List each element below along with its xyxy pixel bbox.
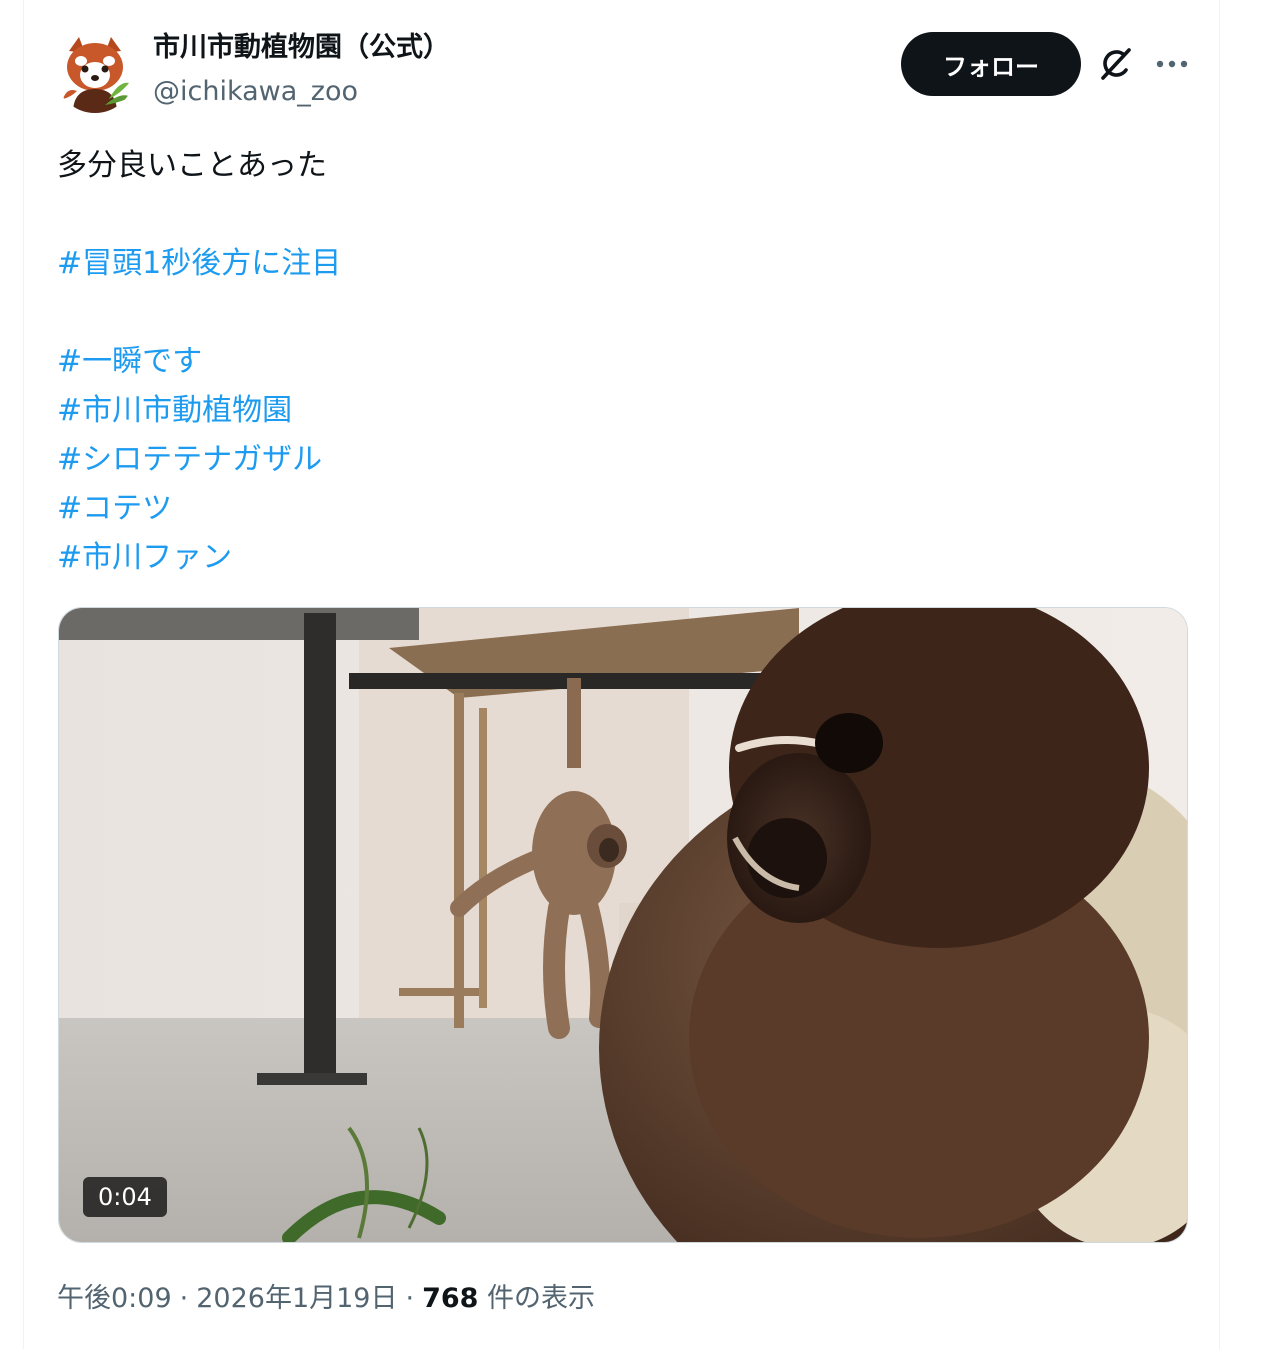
grok-icon[interactable] <box>1096 45 1134 83</box>
tweet-text: 多分良いことあった #冒頭1秒後方に注目 #一瞬です #市川市動植物園 #シロテ… <box>57 141 1177 582</box>
red-panda-avatar-icon <box>55 33 135 113</box>
hashtag-link[interactable]: #一瞬です <box>57 337 1177 386</box>
views-label: 件の表示 <box>487 1283 596 1314</box>
timestamp-link[interactable]: 午後0:09 · 2026年1月19日 <box>57 1283 397 1314</box>
hashtag-link[interactable]: #市川ファン <box>57 533 1177 582</box>
tweet-body: 多分良いことあった <box>57 148 327 183</box>
video-thumbnail <box>59 608 1187 1242</box>
avatar[interactable] <box>55 33 135 113</box>
separator: · <box>405 1283 415 1314</box>
video-duration: 0:04 <box>83 1177 167 1217</box>
hashtag-link[interactable]: #市川市動植物園 <box>57 386 1177 435</box>
video-player[interactable]: 0:04 <box>58 607 1188 1243</box>
tweet-card: 市川市動植物園（公式） @ichikawa_zoo フォロー 多分良いことあった… <box>23 0 1220 1349</box>
hashtag-link[interactable]: #冒頭1秒後方に注目 <box>57 239 1177 288</box>
follow-button[interactable]: フォロー <box>901 32 1081 96</box>
author-display-name[interactable]: 市川市動植物園（公式） <box>153 30 450 66</box>
views-count: 768 <box>422 1283 479 1314</box>
more-icon[interactable] <box>1152 48 1192 80</box>
hashtag-link[interactable]: #シロテテナガザル <box>57 435 1177 484</box>
tweet-meta: 午後0:09 · 2026年1月19日 · 768 件の表示 <box>57 1279 595 1319</box>
hashtag-link[interactable]: #コテツ <box>57 484 1177 533</box>
author-handle[interactable]: @ichikawa_zoo <box>153 74 358 110</box>
